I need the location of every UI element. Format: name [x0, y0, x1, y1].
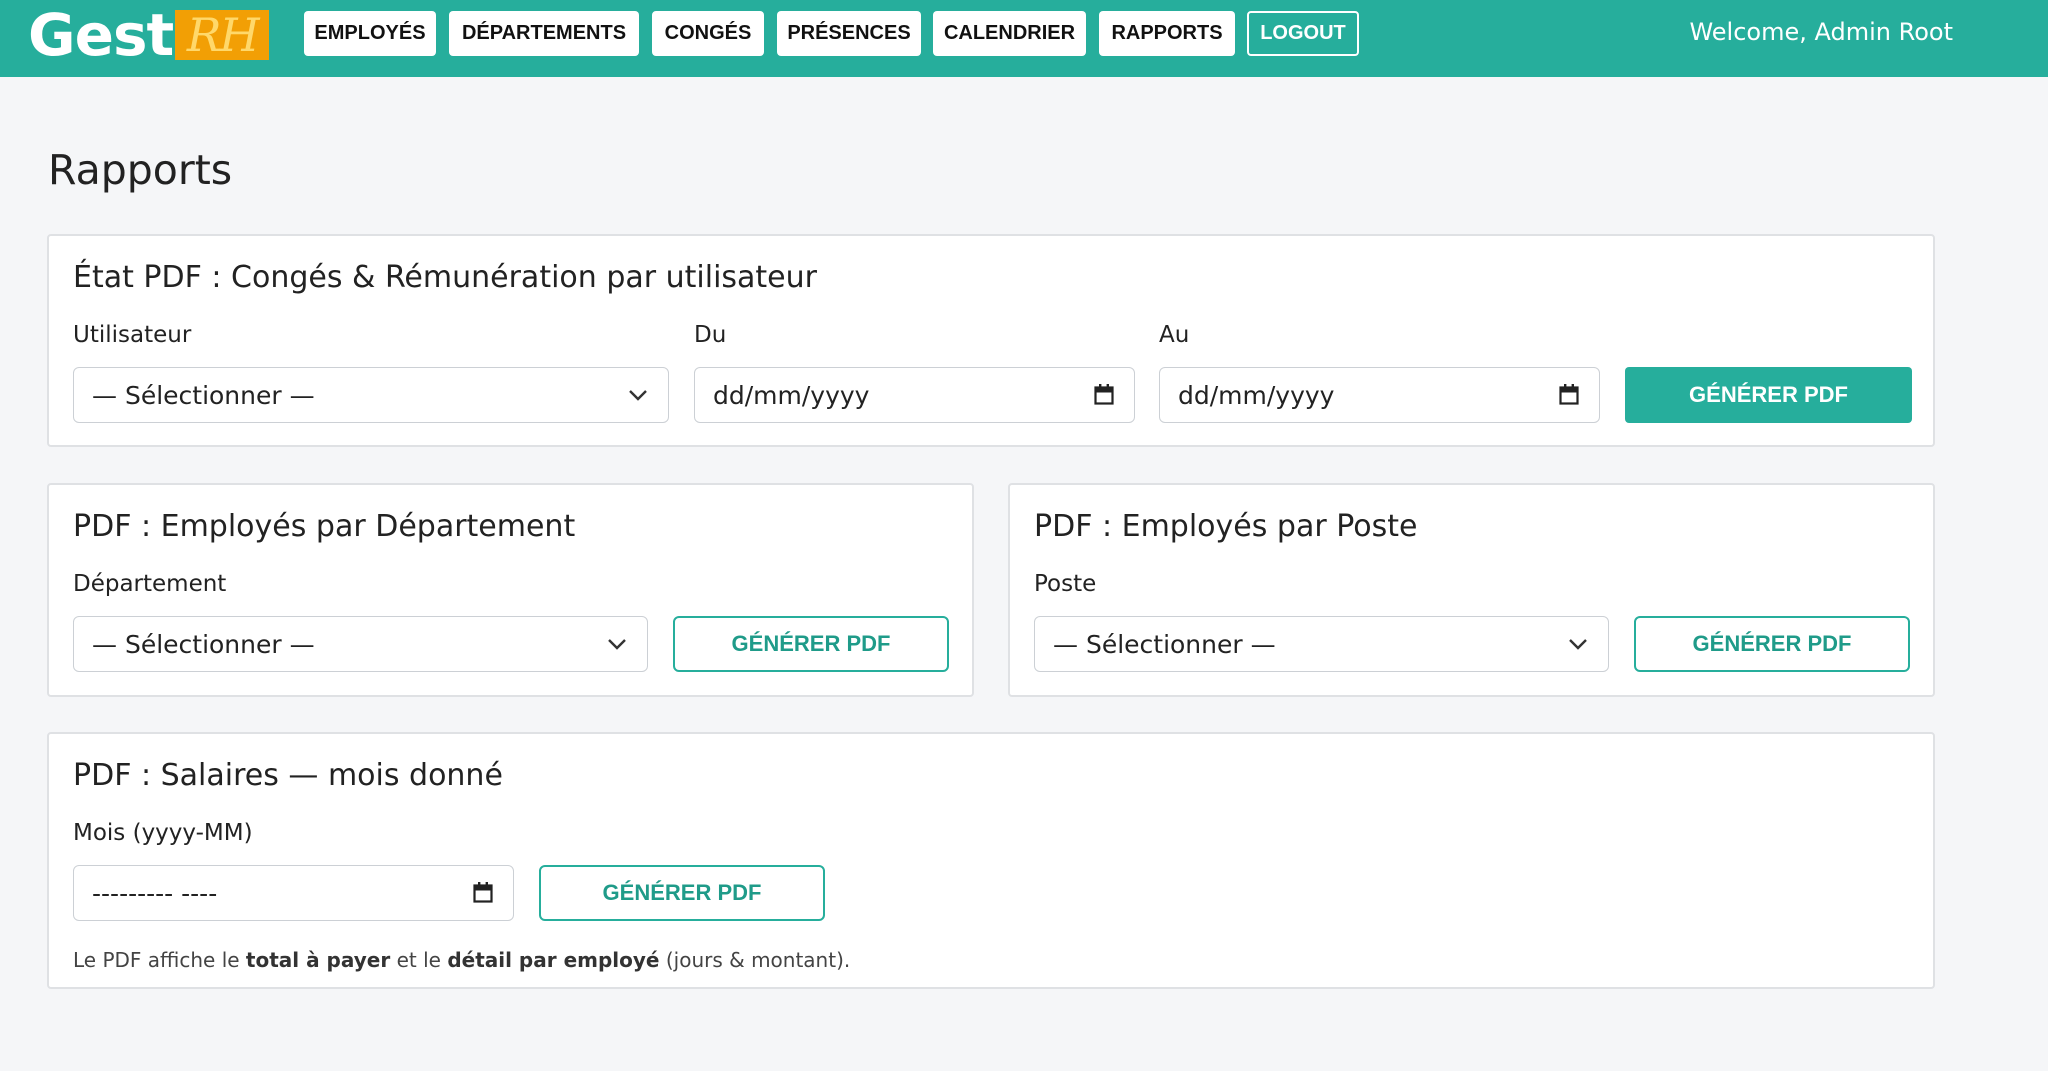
card-salary-report: PDF : Salaires — mois donné Mois (yyyy-M…	[47, 732, 1935, 989]
chevron-down-icon	[608, 639, 626, 650]
poste-select[interactable]: — Sélectionner —	[1034, 616, 1609, 672]
chevron-down-icon	[1569, 639, 1587, 650]
brand-badge: RH	[175, 10, 270, 60]
user-label: Utilisateur	[73, 322, 192, 348]
calendar-icon[interactable]	[473, 882, 493, 904]
card-title: PDF : Employés par Département	[73, 509, 576, 544]
welcome-text: Welcome, Admin Root	[1689, 18, 1953, 46]
top-navbar: Gest RH EMPLOYÉS DÉPARTEMENTS CONGÉS PRÉ…	[0, 0, 2048, 77]
brand-text: Gest	[28, 1, 174, 69]
page-title: Rapports	[48, 146, 233, 194]
nav-departements[interactable]: DÉPARTEMENTS	[449, 11, 639, 56]
month-label: Mois (yyyy-MM)	[73, 820, 253, 846]
poste-label: Poste	[1034, 571, 1097, 597]
to-date-input[interactable]: dd/mm/yyyy	[1159, 367, 1600, 423]
calendar-icon[interactable]	[1094, 384, 1114, 406]
calendar-icon[interactable]	[1559, 384, 1579, 406]
nav-rapports[interactable]: RAPPORTS	[1099, 11, 1235, 56]
nav-conges[interactable]: CONGÉS	[652, 11, 764, 56]
nav-calendrier[interactable]: CALENDRIER	[933, 11, 1086, 56]
generate-poste-pdf-button[interactable]: GÉNÉRER PDF	[1634, 616, 1910, 672]
salary-note: Le PDF affiche le total à payer et le dé…	[73, 948, 851, 972]
card-title: PDF : Salaires — mois donné	[73, 758, 503, 793]
card-dept-report: PDF : Employés par Département Départeme…	[47, 483, 974, 697]
month-input[interactable]: --------- ----	[73, 865, 514, 921]
card-poste-report: PDF : Employés par Poste Poste — Sélecti…	[1008, 483, 1935, 697]
card-user-report: État PDF : Congés & Rémunération par uti…	[47, 234, 1935, 447]
generate-dept-pdf-button[interactable]: GÉNÉRER PDF	[673, 616, 949, 672]
generate-salary-pdf-button[interactable]: GÉNÉRER PDF	[539, 865, 825, 921]
from-label: Du	[694, 322, 727, 348]
to-label: Au	[1159, 322, 1190, 348]
nav-employes[interactable]: EMPLOYÉS	[304, 11, 436, 56]
nav-presences[interactable]: PRÉSENCES	[777, 11, 921, 56]
dept-label: Département	[73, 571, 227, 597]
card-title: État PDF : Congés & Rémunération par uti…	[73, 260, 817, 295]
dept-select[interactable]: — Sélectionner —	[73, 616, 648, 672]
user-select[interactable]: — Sélectionner —	[73, 367, 669, 423]
chevron-down-icon	[629, 390, 647, 401]
from-date-input[interactable]: dd/mm/yyyy	[694, 367, 1135, 423]
logout-button[interactable]: LOGOUT	[1247, 11, 1359, 56]
brand-logo[interactable]: Gest RH	[28, 1, 270, 69]
card-title: PDF : Employés par Poste	[1034, 509, 1418, 544]
generate-user-pdf-button[interactable]: GÉNÉRER PDF	[1625, 367, 1912, 423]
